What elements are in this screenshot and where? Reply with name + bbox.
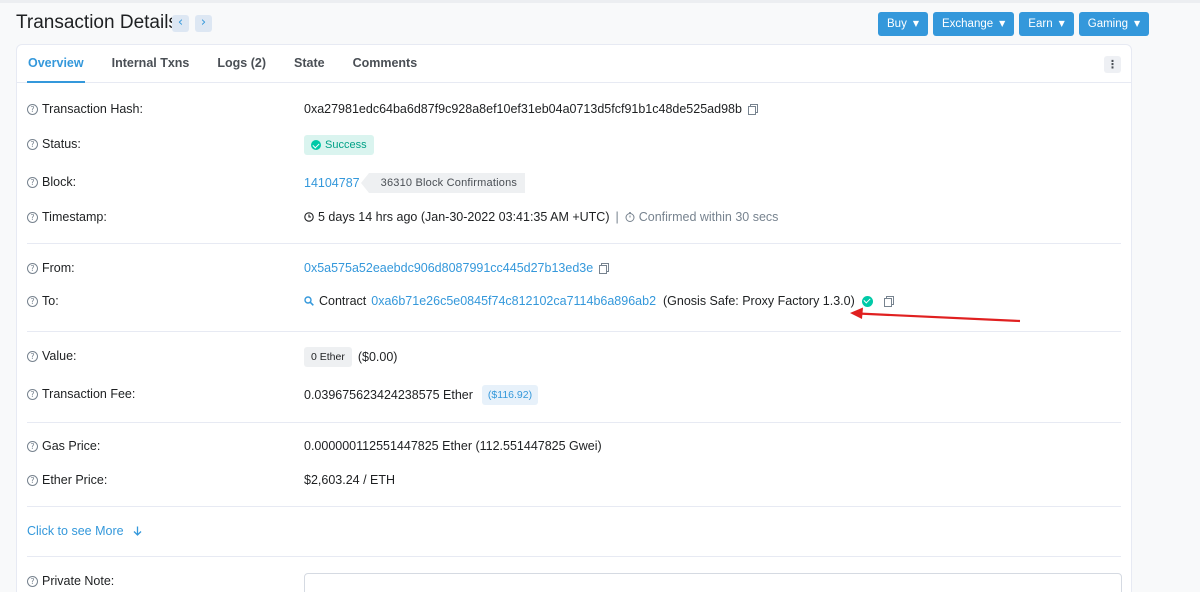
- check-circle-icon: [311, 140, 321, 150]
- earn-button[interactable]: Earn ▼: [1019, 12, 1074, 36]
- see-more-row: Click to see More: [17, 521, 1131, 543]
- help-icon[interactable]: ?: [27, 575, 38, 587]
- page-title: Transaction Details: [16, 12, 178, 33]
- buy-button[interactable]: Buy ▼: [878, 12, 928, 36]
- annotation-arrow-icon: [850, 307, 1021, 323]
- help-icon[interactable]: ?: [27, 176, 38, 188]
- confirmed-within: Confirmed within 30 secs: [638, 210, 779, 224]
- value-row: ? Value: 0 Ether ($0.00): [17, 346, 1131, 368]
- divider: [27, 506, 1121, 507]
- caret-down-icon: ▼: [1134, 19, 1141, 28]
- tab-overview[interactable]: Overview: [27, 45, 85, 83]
- gaming-button[interactable]: Gaming ▼: [1078, 12, 1150, 36]
- divider: [27, 422, 1121, 423]
- see-more-link[interactable]: Click to see More: [27, 524, 142, 538]
- stopwatch-icon: [625, 212, 635, 222]
- divider: [27, 331, 1121, 332]
- chevron-right-icon[interactable]: ›: [195, 15, 212, 32]
- tx-nav: ‹ ›: [172, 15, 212, 32]
- help-icon[interactable]: ?: [27, 138, 38, 150]
- caret-down-icon: ▼: [912, 19, 919, 28]
- contract-name: (Gnosis Safe: Proxy Factory 1.3.0): [663, 294, 855, 308]
- chevron-left-icon[interactable]: ‹: [172, 15, 189, 32]
- value-usd: ($0.00): [357, 350, 398, 364]
- ether-price-value: $2,603.24 / ETH: [304, 473, 396, 487]
- top-menu-buttons: Buy ▼ Exchange ▼ Earn ▼ Gaming ▼: [878, 12, 1150, 36]
- timestamp-value: 5 days 14 hrs ago (Jan-30-2022 03:41:35 …: [318, 210, 610, 224]
- fee-row: ? Transaction Fee: 0.039675623424238575 E…: [17, 384, 1131, 406]
- tab-state[interactable]: State: [293, 45, 326, 83]
- confirmations-badge: 36310 Block Confirmations: [360, 173, 526, 193]
- help-icon[interactable]: ?: [27, 474, 38, 486]
- help-icon[interactable]: ?: [27, 350, 38, 362]
- tab-bar: Overview Internal Txns Logs (2) State Co…: [17, 45, 1131, 83]
- from-address[interactable]: 0x5a575a52eaebdc906d8087991cc445d27b13ed…: [304, 261, 593, 275]
- caret-down-icon: ▼: [1058, 19, 1065, 28]
- arrow-down-icon: [133, 526, 142, 536]
- top-border: [0, 0, 1200, 3]
- clock-icon: [304, 212, 314, 222]
- to-address[interactable]: 0xa6b71e26c5e0845f74c812102ca7114b6a896a…: [371, 294, 656, 308]
- tab-logs[interactable]: Logs (2): [216, 45, 267, 83]
- help-icon[interactable]: ?: [27, 262, 38, 274]
- ether-value-badge: 0 Ether: [304, 347, 352, 367]
- status-row: ? Status: Success: [17, 134, 1131, 156]
- fee-usd-badge: ($116.92): [481, 385, 539, 405]
- ether-price-row: ? Ether Price: $2,603.24 / ETH: [17, 470, 1131, 492]
- tab-comments[interactable]: Comments: [352, 45, 419, 83]
- help-icon[interactable]: ?: [27, 440, 38, 452]
- divider: [27, 243, 1121, 244]
- help-icon[interactable]: ?: [27, 103, 38, 115]
- help-icon[interactable]: ?: [27, 211, 38, 223]
- help-icon[interactable]: ?: [27, 388, 38, 400]
- magnifier-icon: [304, 296, 314, 306]
- block-link[interactable]: 14104787: [304, 176, 360, 190]
- status-badge: Success: [304, 135, 374, 155]
- divider: [27, 556, 1121, 557]
- private-note-input[interactable]: [304, 573, 1122, 592]
- copy-icon[interactable]: [599, 262, 610, 274]
- more-vertical-icon[interactable]: ⋮: [1104, 56, 1121, 73]
- hash-row: ? Transaction Hash: 0xa27981edc64ba6d87f9…: [17, 99, 1131, 121]
- gas-row: ? Gas Price: 0.000000112551447825 Ether (…: [17, 436, 1131, 458]
- exchange-button[interactable]: Exchange ▼: [932, 12, 1015, 36]
- block-row: ? Block: 14104787 36310 Block Confirmatio…: [17, 172, 1131, 194]
- caret-down-icon: ▼: [999, 19, 1006, 28]
- copy-icon[interactable]: [747, 103, 758, 115]
- help-icon[interactable]: ?: [27, 295, 38, 307]
- divider: |: [615, 210, 619, 224]
- timestamp-row: ? Timestamp: 5 days 14 hrs ago (Jan-30-20…: [17, 207, 1131, 229]
- fee-value: 0.039675623424238575 Ether: [304, 388, 473, 402]
- from-row: ? From: 0x5a575a52eaebdc906d8087991cc445d…: [17, 258, 1131, 280]
- tab-internal-txns[interactable]: Internal Txns: [111, 45, 191, 83]
- gas-value: 0.000000112551447825 Ether (112.55144782…: [304, 439, 602, 453]
- contract-prefix: Contract: [319, 294, 367, 308]
- tx-hash: 0xa27981edc64ba6d87f9c928a8ef10ef31eb04a…: [304, 102, 742, 116]
